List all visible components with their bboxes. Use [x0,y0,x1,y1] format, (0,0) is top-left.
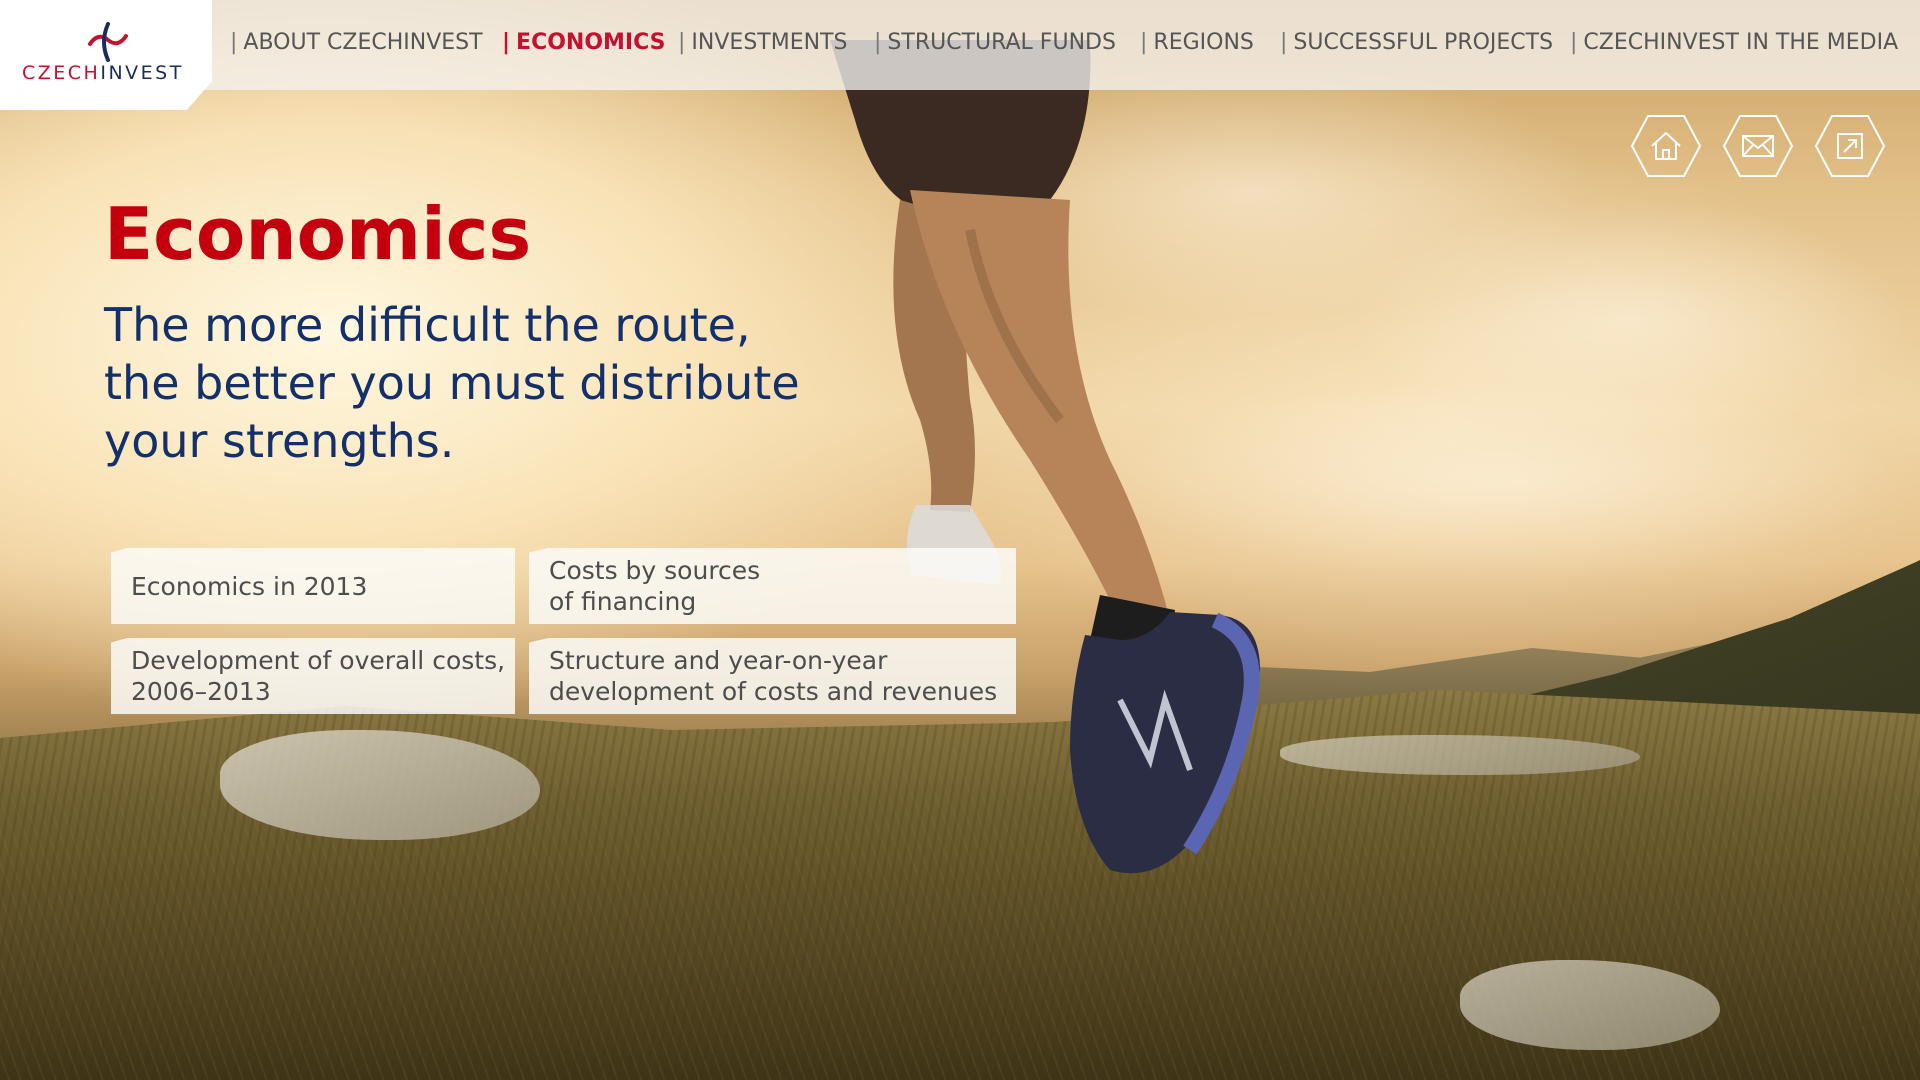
link-development-of-overall-costs[interactable]: Development of overall costs, 2006–2013 [111,638,515,714]
page-title: Economics [104,192,532,276]
nav-item-label: REGIONS [1153,30,1254,55]
nav-separator: | [1140,30,1148,55]
nav-separator: | [502,30,511,55]
nav-separator: | [230,30,238,55]
link-label: Development of overall costs, [131,646,506,675]
nav-item-label: ECONOMICS [516,30,666,55]
nav-separator: | [874,30,882,55]
link-label: Structure and year-on-year [549,646,888,675]
logo-text-czech: CZECH [22,62,101,84]
logo-text-invest: INVEST [100,62,184,84]
link-structure-and-development-of-costs-and-revenues[interactable]: Structure and year-on-year development o… [529,638,1016,714]
home-button[interactable] [1630,114,1702,178]
nav-item-economics[interactable]: | ECONOMICS [502,30,666,55]
tagline-line: the better you must distribute [104,356,800,410]
link-label: Costs by sources [549,556,761,585]
link-label: of financing [549,587,697,616]
link-label: 2006–2013 [131,677,271,706]
czechinvest-logo-icon [88,22,128,62]
nav-item-label: INVESTMENTS [691,30,848,55]
nav-item-label: ABOUT CZECHINVEST [243,30,483,55]
page-tagline: The more difficult the route, the better… [104,296,824,470]
mail-button[interactable] [1722,114,1794,178]
mail-icon [1722,115,1794,177]
nav-item-label: STRUCTURAL FUNDS [887,30,1116,55]
nav-item-investments[interactable]: | INVESTMENTS [678,30,847,55]
nav-separator: | [678,30,686,55]
tagline-line: The more difficult the route, [104,298,751,352]
nav-separator: | [1280,30,1288,55]
nav-item-label: CZECHINVEST IN THE MEDIA [1583,30,1899,55]
nav-separator: | [1570,30,1578,55]
logo-wordmark: CZECHINVEST [22,62,184,84]
home-icon [1630,115,1702,177]
logo-link[interactable]: CZECHINVEST [0,0,212,110]
share-button[interactable] [1814,114,1886,178]
share-icon [1814,115,1886,177]
link-economics-in-2013[interactable]: Economics in 2013 [111,548,515,624]
link-costs-by-sources-of-financing[interactable]: Costs by sources of financing [529,548,1016,624]
nav-item-successful-projects[interactable]: | SUCCESSFUL PROJECTS [1280,30,1553,55]
link-label: Economics in 2013 [131,571,368,601]
nav-item-about-czechinvest[interactable]: | ABOUT CZECHINVEST [230,30,483,55]
link-label: development of costs and revenues [549,677,998,706]
nav-item-czechinvest-in-the-media[interactable]: | CZECHINVEST IN THE MEDIA [1570,30,1898,55]
runner-illustration [830,40,1260,874]
tagline-line: your strengths. [104,414,455,468]
rock [1280,735,1640,775]
nav-item-regions[interactable]: | REGIONS [1140,30,1254,55]
nav-item-label: SUCCESSFUL PROJECTS [1293,30,1554,55]
nav-item-structural-funds[interactable]: | STRUCTURAL FUNDS [874,30,1116,55]
